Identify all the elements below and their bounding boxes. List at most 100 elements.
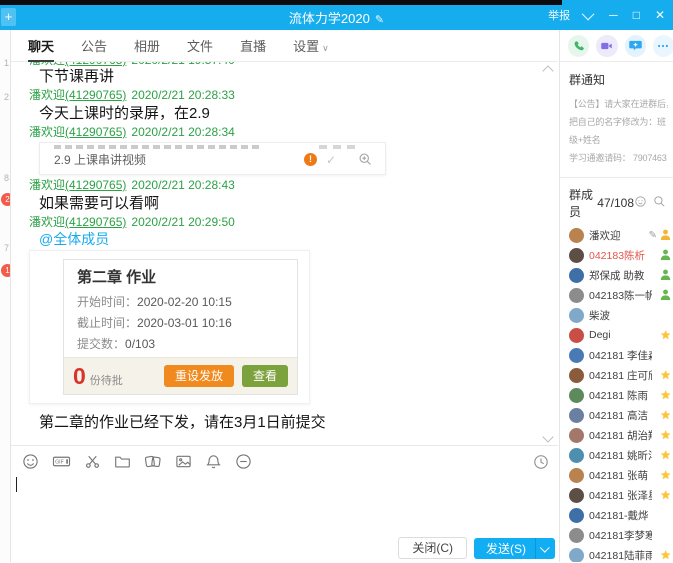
tab-live[interactable]: 直播	[240, 36, 266, 55]
mute-message-icon[interactable]	[235, 453, 252, 470]
message-history-icon[interactable]	[533, 454, 549, 470]
video-call-button[interactable]	[596, 35, 617, 57]
session-strip[interactable]: 1 2 8 2 7 1	[0, 30, 11, 562]
member-row[interactable]: 042181-戴烨 ✎ ★	[560, 505, 673, 525]
member-row[interactable]: 042183陈析 ✎ ★	[560, 245, 673, 265]
titlebar-chevron-down-icon[interactable]	[582, 7, 595, 20]
sidebar-actions	[560, 30, 673, 62]
edit-title-icon[interactable]: ✎	[375, 13, 384, 26]
member-name: 郑保成 助教	[589, 268, 644, 283]
report-button[interactable]: 举报	[548, 7, 570, 23]
field-value: 2020-03-01 10:16	[137, 316, 232, 330]
send-options-chevron-icon[interactable]	[536, 538, 555, 559]
member-row[interactable]: 042181 李佳森 ✎ ★	[560, 345, 673, 365]
chat-column: 聊天 公告 相册 文件 直播 设置∨ 潘欢迎(41290765)2020/2/2…	[11, 30, 558, 562]
member-row[interactable]: 042181 张泽星 ✎ ★	[560, 485, 673, 505]
member-row[interactable]: 042183陈一帆 ✎ ★	[560, 285, 673, 305]
star-icon: ★	[660, 449, 671, 461]
member-row[interactable]: 042181 张萌 ✎ ★	[560, 465, 673, 485]
sender-uin-link[interactable]: (41290765)	[65, 62, 126, 67]
screenshot-icon[interactable]	[84, 453, 101, 470]
homework-footer: 0 份待批 重设发放 查看	[64, 357, 297, 394]
view-button[interactable]: 查看	[242, 365, 288, 387]
close-button[interactable]: ✕	[655, 9, 665, 21]
sticker-collection-icon[interactable]	[144, 453, 162, 470]
homework-card[interactable]: 第二章 作业 开始时间：2020-02-20 10:15 截止时间：2020-0…	[63, 259, 298, 395]
sender-name: 潘欢迎	[29, 178, 65, 192]
session-count: 2	[4, 92, 9, 102]
member-row[interactable]: 柴波 ✎ ★	[560, 305, 673, 325]
member-name: Degi	[589, 329, 611, 341]
role-badge-icon	[660, 289, 671, 301]
image-icon[interactable]	[175, 453, 192, 470]
homework-title: 第二章 作业	[77, 269, 284, 286]
sender-uin-link[interactable]: (41290765)	[65, 88, 126, 102]
tab-announcement[interactable]: 公告	[81, 36, 107, 55]
notice-line: 【公告】请大家在进群后，	[569, 95, 668, 113]
sender-name: 潘欢迎	[29, 62, 65, 67]
message-text: 如果需要可以看啊	[39, 195, 558, 212]
close-chat-button[interactable]: 关闭(C)	[398, 537, 467, 559]
member-row[interactable]: Degi ✎ ★	[560, 325, 673, 345]
sender-uin-link[interactable]: (41290765)	[65, 215, 126, 229]
mention-all[interactable]: @全体成员	[39, 232, 558, 247]
file-name[interactable]: 2.9 上课串讲视频	[54, 153, 146, 167]
avatar	[569, 268, 584, 283]
scroll-down-icon[interactable]	[542, 431, 553, 442]
composer[interactable]: GIF 关闭(C) 发送(S)	[11, 445, 558, 563]
more-actions-button[interactable]	[653, 35, 673, 57]
emoji-icon[interactable]	[22, 453, 39, 470]
avatar	[569, 448, 584, 463]
tab-chat[interactable]: 聊天	[28, 36, 54, 55]
shake-bell-icon[interactable]	[205, 453, 222, 470]
member-row[interactable]: 042181 庄可欣 ✎ ★	[560, 365, 673, 385]
tab-files[interactable]: 文件	[187, 36, 213, 55]
field-label: 提交数：	[77, 337, 125, 351]
voice-call-button[interactable]	[568, 35, 589, 57]
file-alert-badge: !	[304, 153, 317, 166]
minimize-button[interactable]: ─	[609, 9, 618, 21]
member-name: 042183陈析	[589, 248, 645, 263]
sender-name: 潘欢迎	[29, 125, 65, 139]
edit-member-card-icon[interactable]: ✎	[649, 230, 657, 241]
member-list[interactable]: 潘欢迎 ✎ ★ 042183陈析 ✎ ★	[560, 225, 673, 562]
member-row[interactable]: 042181 姚昕洋 ✎ ★	[560, 445, 673, 465]
gif-icon[interactable]: GIF	[52, 453, 71, 470]
background-window-edge	[0, 0, 562, 5]
send-button[interactable]: 发送(S)	[474, 538, 555, 559]
tab-settings[interactable]: 设置∨	[293, 36, 329, 55]
member-name: 042183陈一帆	[589, 288, 652, 303]
member-row[interactable]: 042181李梦寒 ✎ ★	[560, 525, 673, 545]
message-text: 第二章的作业已经下发，请在3月1日前提交	[39, 414, 558, 432]
member-row[interactable]: 042181 高洁 ✎ ★	[560, 405, 673, 425]
sender-uin-link[interactable]: (41290765)	[65, 125, 126, 139]
member-row[interactable]: 042181 陈雨 ✎ ★	[560, 385, 673, 405]
avatar	[569, 228, 584, 243]
member-row[interactable]: 042181陆菲雨 ✎ ★	[560, 545, 673, 562]
member-row[interactable]: 042181 胡治翔 ✎ ★	[560, 425, 673, 445]
member-row[interactable]: 郑保成 助教 ✎ ★	[560, 265, 673, 285]
send-file-icon[interactable]	[114, 453, 131, 470]
group-sidebar: 群通知 【公告】请大家在进群后， 把自己的名字修改为：班 级+姓名 学习通邀请码…	[559, 30, 673, 562]
members-header: 群成员 47/108	[560, 178, 673, 225]
group-title-text: 流体力学2020	[289, 11, 370, 26]
member-name: 柴波	[589, 308, 610, 323]
avatar	[569, 288, 584, 303]
search-member-icon[interactable]	[653, 195, 666, 211]
message-area[interactable]: 潘欢迎(41290765)2020/2/21 19:57:40 下节课再讲 潘欢…	[11, 62, 558, 445]
role-badge-icon	[660, 249, 671, 261]
member-row[interactable]: 潘欢迎 ✎ ★	[560, 225, 673, 245]
star-icon: ★	[660, 389, 671, 401]
unread-badge: 2	[1, 193, 11, 206]
file-share-card[interactable]: 2.9 上课串讲视频 ! ✓	[39, 142, 386, 175]
create-group-app-button[interactable]	[625, 35, 646, 57]
reset-distribute-button[interactable]: 重设发放	[164, 365, 234, 387]
sender-uin-link[interactable]: (41290765)	[65, 178, 126, 192]
group-notice-panel[interactable]: 群通知 【公告】请大家在进群后， 把自己的名字修改为：班 级+姓名 学习通邀请码…	[560, 62, 673, 178]
member-settings-icon[interactable]	[634, 195, 647, 211]
zoom-in-icon[interactable]	[358, 152, 373, 167]
maximize-button[interactable]: □	[633, 9, 640, 21]
message-input[interactable]	[15, 474, 548, 534]
member-name: 042181 姚昕洋	[589, 448, 652, 463]
tab-album[interactable]: 相册	[134, 36, 160, 55]
